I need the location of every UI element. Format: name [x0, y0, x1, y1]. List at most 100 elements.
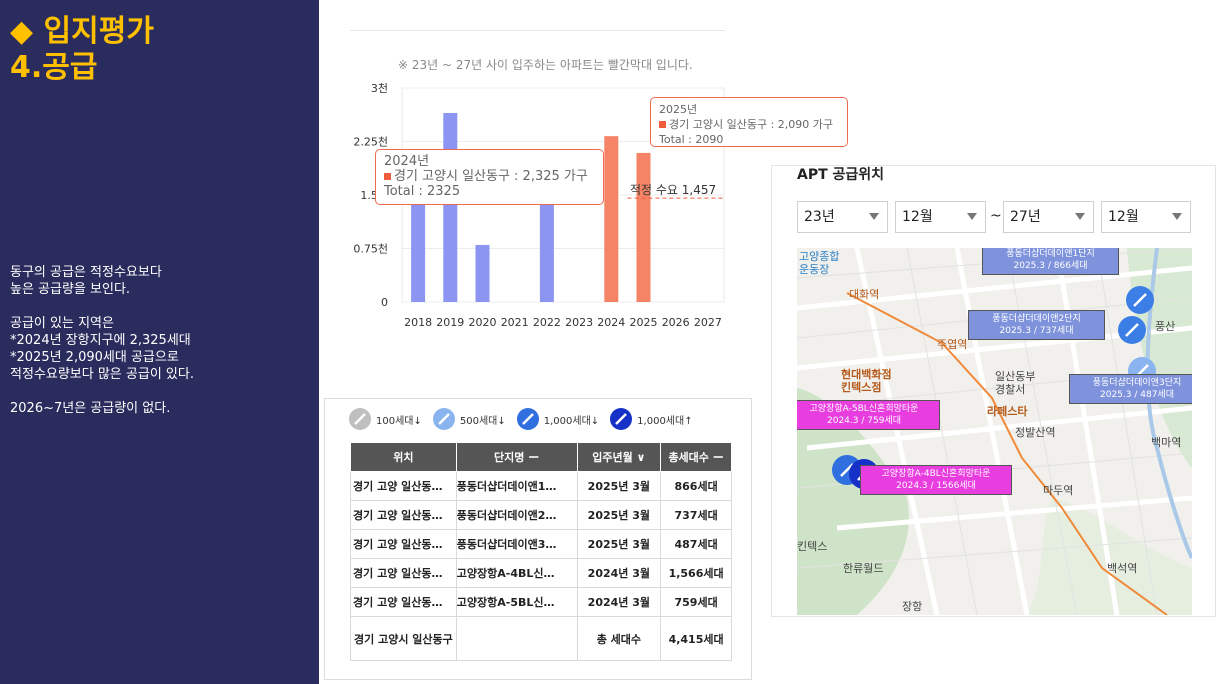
- pin-marker-icon: [516, 408, 539, 430]
- desc-paragraph-3: 2026~7년은 공급량이 없다.: [10, 401, 171, 416]
- tooltip-2025: 2025년 경기 고양시 일산동구 : 2,090 가구 Total : 209…: [650, 97, 848, 147]
- demand-line-label: 적정 수요 1,457: [630, 183, 717, 197]
- supply-map[interactable]: 고양종합 운동장 대화역 주엽역 현대백화점 킨텍스점 일산동부 경찰서 라페스…: [797, 248, 1192, 615]
- legend-label: 500세대↓: [459, 415, 506, 427]
- cell-location: 경기 고양 일산동…: [350, 587, 457, 617]
- marker-legend: 100세대↓ 500세대↓ 1,000세대↓ 1,000세대↑: [348, 405, 703, 433]
- col-move-in-date[interactable]: 입주년월 ∨: [576, 442, 662, 472]
- x-tick-label: 2020: [469, 316, 497, 329]
- pin-marker-icon[interactable]: [1126, 286, 1154, 314]
- callout-pungdong-2[interactable]: 풍동더샵더데이앤2단지 2025.3 / 737세대: [968, 310, 1105, 340]
- series-square-icon: [659, 121, 666, 128]
- cell-location: 경기 고양 일산동…: [350, 558, 457, 588]
- bar-2020: [475, 244, 490, 302]
- slide-title: ◆ 입지평가 4.공급: [10, 14, 154, 86]
- legend-item: 1,000세대↓: [516, 407, 599, 431]
- callout-name: 고양장항A-4BL신혼희망타운: [881, 469, 991, 479]
- x-tick-label: 2027: [694, 316, 722, 329]
- tooltip-2024: 2024년 경기 고양시 일산동구 : 2,325 가구 Total : 232…: [375, 149, 604, 205]
- bar-2022: [539, 203, 554, 302]
- chevron-down-icon: [1075, 213, 1085, 220]
- cell-units: 737세대: [660, 500, 732, 530]
- cell-total-units: 4,415세대: [660, 616, 732, 661]
- cell-date: 2024년 3월: [576, 587, 662, 617]
- desc-paragraph-2: 공급이 있는 지역은 *2024년 장항지구에 2,325세대 *2025년 2…: [10, 316, 194, 382]
- cell-date: 2025년 3월: [576, 500, 662, 530]
- cell-units: 759세대: [660, 587, 732, 617]
- range-tilde: ~: [990, 208, 1002, 224]
- table-row[interactable]: 경기 고양 일산동… 고양장항A-4BL신… 2024년 3월 1,566세대: [350, 558, 732, 588]
- y-tick-label: 2.25천: [353, 135, 388, 149]
- table-row[interactable]: 경기 고양 일산동… 고양장항A-5BL신… 2024년 3월 759세대: [350, 587, 732, 617]
- callout-info: 2025.3 / 487세대: [1100, 390, 1174, 400]
- to-year-select[interactable]: 27년: [1003, 201, 1094, 233]
- supply-table: 위치 단지명 ー 입주년월 ∨ 총세대수 ー 경기 고양 일산동… 풍동더샵더데…: [350, 442, 732, 661]
- from-month-select[interactable]: 12월: [895, 201, 986, 233]
- from-year-select[interactable]: 23년: [797, 201, 888, 233]
- bar-2024: [604, 136, 619, 302]
- series-square-icon: [384, 173, 391, 180]
- slide: ◆ 입지평가 4.공급 동구의 공급은 적정수요보다 높은 공급량을 보인다. …: [0, 0, 1216, 684]
- cell-name: 고양장항A-4BL신…: [455, 558, 578, 588]
- y-tick-label: 0: [381, 296, 388, 309]
- pin-marker-icon: [349, 408, 371, 430]
- legend-label: 100세대↓: [376, 415, 422, 427]
- bar-2018: [411, 198, 426, 302]
- x-tick-label: 2021: [501, 316, 529, 329]
- chart-divider: [350, 30, 725, 31]
- pin-marker-icon: [432, 408, 455, 430]
- title-line-1: ◆ 입지평가: [10, 14, 154, 49]
- to-month-select[interactable]: 12월: [1101, 201, 1191, 233]
- callout-info: 2024.3 / 1566세대: [896, 481, 976, 491]
- legend-label: 1,000세대↓: [543, 415, 600, 427]
- callout-name: 풍동더샵더데이앤3단지: [1092, 378, 1182, 388]
- x-tick-label: 2022: [533, 316, 561, 329]
- col-total-units[interactable]: 총세대수 ー: [660, 442, 732, 472]
- cell-name: 풍동더샵더데이앤2…: [455, 500, 578, 530]
- bar-2025: [636, 152, 651, 302]
- chevron-down-icon: [869, 213, 879, 220]
- map-markers: [832, 286, 1156, 489]
- col-complex-name[interactable]: 단지명 ー: [455, 442, 578, 472]
- callout-janghang-5bl[interactable]: 고양장항A-5BL신혼희망타운 2024.3 / 759세대: [797, 400, 940, 430]
- desc-paragraph-1: 동구의 공급은 적정수요보다 높은 공급량을 보인다.: [10, 265, 162, 297]
- legend-item: 1,000세대↑: [609, 407, 693, 431]
- pin-marker-icon[interactable]: [1118, 316, 1146, 344]
- tooltip-2024-series: 경기 고양시 일산동구 : 2,325 가구: [394, 169, 588, 184]
- cell-total-label: 총 세대수: [576, 616, 662, 661]
- table-row[interactable]: 경기 고양 일산동… 풍동더샵더데이앤1… 2025년 3월 866세대: [350, 471, 732, 501]
- table-header-row: 위치 단지명 ー 입주년월 ∨ 총세대수 ー: [350, 442, 732, 472]
- tooltip-2025-series: 경기 고양시 일산동구 : 2,090 가구: [669, 118, 833, 131]
- x-tick-label: 2018: [404, 316, 432, 329]
- table-total-row: 경기 고양시 일산동구 총 세대수 4,415세대: [350, 616, 732, 661]
- callout-pungdong-3[interactable]: 풍동더샵더데이앤3단지 2025.3 / 487세대: [1069, 374, 1192, 404]
- tooltip-2024-year: 2024년: [384, 154, 430, 169]
- chevron-down-icon: [1172, 213, 1182, 220]
- cell-name: 풍동더샵더데이앤3…: [455, 529, 578, 559]
- col-location[interactable]: 위치: [350, 442, 457, 472]
- left-panel: ◆ 입지평가 4.공급 동구의 공급은 적정수요보다 높은 공급량을 보인다. …: [0, 0, 319, 684]
- callout-name: 고양장항A-5BL신혼희망타운: [809, 404, 919, 414]
- y-tick-label: 0.75천: [353, 242, 388, 256]
- cell-units: 487세대: [660, 529, 732, 559]
- to-year-value: 27년: [1010, 209, 1041, 225]
- callout-janghang-4bl[interactable]: 고양장항A-4BL신혼희망타운 2024.3 / 1566세대: [860, 465, 1012, 495]
- from-month-value: 12월: [902, 209, 933, 225]
- table-row[interactable]: 경기 고양 일산동… 풍동더샵더데이앤3… 2025년 3월 487세대: [350, 529, 732, 559]
- callout-name: 풍동더샵더데이앤2단지: [992, 314, 1081, 324]
- cell-location: 경기 고양 일산동…: [350, 529, 457, 559]
- cell-location: 경기 고양 일산동…: [350, 471, 457, 501]
- legend-item: 100세대↓: [348, 407, 422, 431]
- map-title: APT 공급위치: [797, 167, 885, 183]
- cell-name: 고양장항A-5BL신…: [455, 587, 578, 617]
- to-month-value: 12월: [1108, 209, 1139, 225]
- legend-item: 500세대↓: [432, 407, 506, 431]
- callout-pungdong-1[interactable]: 풍동더샵더데이앤1단지 2025.3 / 866세대: [982, 248, 1119, 275]
- cell-date: 2025년 3월: [576, 471, 662, 501]
- tooltip-2024-total: Total : 2325: [384, 184, 461, 199]
- tooltip-2025-year: 2025년: [659, 103, 698, 116]
- table-row[interactable]: 경기 고양 일산동… 풍동더샵더데이앤2… 2025년 3월 737세대: [350, 500, 732, 530]
- from-year-value: 23년: [804, 209, 835, 225]
- x-tick-label: 2025: [630, 316, 658, 329]
- bar-2019: [443, 112, 458, 302]
